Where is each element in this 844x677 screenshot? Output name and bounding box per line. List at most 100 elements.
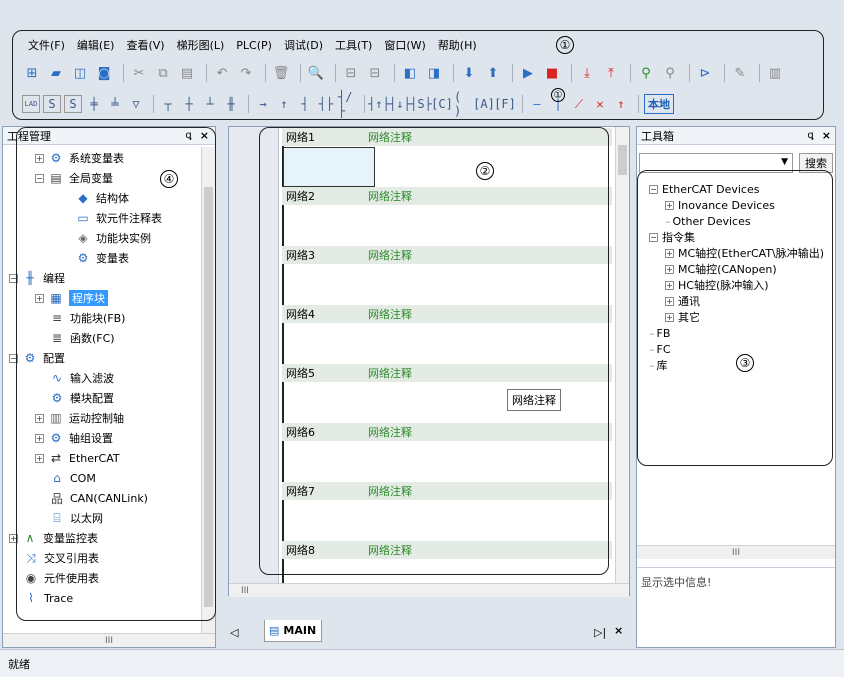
toolbox-pin-icon[interactable]: ꝗ [807, 130, 813, 141]
menu-item-0[interactable]: 文件(F) [28, 37, 65, 53]
toolbox-item[interactable]: + MC轴控(CANopen) [665, 261, 777, 277]
open-folder-icon[interactable]: ▰ [46, 63, 66, 83]
editor-vscroll[interactable] [615, 127, 629, 583]
network-header[interactable]: 网络5 网络注释 [282, 364, 612, 382]
st-icon[interactable]: S [64, 95, 82, 113]
compile-all-icon[interactable]: ◨ [424, 63, 444, 83]
expand-icon[interactable]: + [35, 433, 44, 443]
tree-item[interactable]: ◈ 功能块实例 [75, 229, 151, 247]
close-icon[interactable]: × [200, 129, 209, 142]
hline-icon[interactable]: → [254, 95, 272, 113]
rising-icon[interactable]: ┤↑├ [368, 95, 390, 113]
pin-icon[interactable]: ꝗ [185, 130, 191, 141]
contact-nc-icon[interactable]: ╧ [106, 95, 124, 113]
project-hscroll[interactable]: III [3, 633, 215, 647]
delete-icon[interactable]: 🗑 [271, 63, 291, 83]
tree-item[interactable]: − ▤ 全局变量 [35, 169, 113, 187]
network-comment[interactable]: 网络注释 [368, 483, 412, 499]
network-comment[interactable]: 网络注释 [368, 365, 412, 381]
vline2-icon[interactable]: ┤ [296, 95, 314, 113]
tab-next-icon[interactable]: ▷| [594, 626, 606, 639]
menu-item-3[interactable]: 梯形图(L) [177, 37, 225, 53]
branch4-icon[interactable]: ╫ [222, 95, 240, 113]
editor-hscroll[interactable]: III [229, 583, 629, 597]
lad-icon[interactable]: LAD [22, 95, 40, 113]
branch1-icon[interactable]: ┬ [159, 95, 177, 113]
write-plc-icon[interactable]: ⤓ [577, 63, 597, 83]
toolbox-item[interactable]: – Other Devices [665, 213, 751, 229]
tab-main[interactable]: ▤ MAIN [264, 620, 322, 642]
edit-icon[interactable]: ✎ [730, 63, 750, 83]
compile-icon[interactable]: ◧ [400, 63, 420, 83]
expand-icon[interactable]: + [35, 153, 44, 163]
sfc-icon[interactable]: S [43, 95, 61, 113]
network2-icon[interactable]: ⊟ [365, 63, 385, 83]
tree-item[interactable]: + ⚙ 系统变量表 [35, 149, 124, 167]
save-all-icon[interactable]: ◙ [94, 63, 114, 83]
network-comment[interactable]: 网络注释 [368, 306, 412, 322]
network-comment[interactable]: 网络注释 [368, 542, 412, 558]
hline2-icon[interactable]: — [528, 95, 546, 113]
tree-item[interactable]: ◉ 元件使用表 [23, 569, 99, 587]
expand-icon[interactable]: + [665, 264, 674, 274]
network-comment[interactable]: 网络注释 [368, 247, 412, 263]
toolbox-item[interactable]: – FB [649, 325, 670, 341]
network-header[interactable]: 网络1 网络注释 [282, 128, 612, 146]
tree-item[interactable]: ⌂ COM [49, 469, 96, 487]
debug-icon[interactable]: ⊳ [695, 63, 715, 83]
network-header[interactable]: 网络7 网络注释 [282, 482, 612, 500]
selected-cell[interactable] [283, 147, 375, 187]
menu-item-8[interactable]: 帮助(H) [438, 37, 477, 53]
nc-contact-icon[interactable]: ┤/├ [338, 90, 356, 118]
vline-icon[interactable]: ↑ [275, 95, 293, 113]
cut-icon[interactable]: ✂ [129, 63, 149, 83]
redo-icon[interactable]: ↷ [236, 63, 256, 83]
tree-item[interactable]: + ▦ 程序块 [35, 289, 108, 307]
falling-icon[interactable]: ┤↓├ [389, 95, 411, 113]
tab-close-icon[interactable]: × [614, 624, 623, 637]
contact-no-icon[interactable]: ╪ [85, 95, 103, 113]
tree-item[interactable]: ◆ 结构体 [75, 189, 129, 207]
expand-icon[interactable]: + [35, 413, 44, 423]
no-contact-icon[interactable]: ┤├ [317, 95, 335, 113]
network-icon[interactable]: ⊟ [341, 63, 361, 83]
tree-item[interactable]: − ╫ 编程 [9, 269, 65, 287]
collapse-icon[interactable]: − [649, 184, 658, 194]
network-header[interactable]: 网络3 网络注释 [282, 246, 612, 264]
tree-item[interactable]: − ⚙ 配置 [9, 349, 65, 367]
toolbox-item[interactable]: + HC轴控(脉冲输入) [665, 277, 769, 293]
coil-icon[interactable]: ( ) [454, 90, 472, 118]
paste-icon[interactable]: ▤ [177, 63, 197, 83]
toolbox-item[interactable]: − EtherCAT Devices [649, 181, 759, 197]
coil-c-icon[interactable]: [C] [431, 95, 453, 113]
insert-icon[interactable]: ▽ [127, 95, 145, 113]
upload-icon[interactable]: ⬆ [483, 63, 503, 83]
tree-item[interactable]: ⌇ Trace [23, 589, 73, 607]
toolbox-item[interactable]: + 其它 [665, 309, 700, 325]
tab-prev-icon[interactable]: ◁ [230, 626, 238, 639]
collapse-icon[interactable]: − [9, 353, 18, 363]
toolbox-item[interactable]: + MC轴控(EtherCAT\脉冲输出) [665, 245, 824, 261]
func-icon[interactable]: [F] [494, 95, 516, 113]
more-icon[interactable]: ▥ [765, 63, 785, 83]
menu-item-2[interactable]: 查看(V) [126, 37, 164, 53]
expand-icon[interactable]: + [665, 200, 674, 210]
expand-icon[interactable]: + [665, 296, 674, 306]
collapse-icon[interactable]: − [35, 173, 44, 183]
collapse-icon[interactable]: − [9, 273, 18, 283]
tree-item[interactable]: + ∧ 变量监控表 [9, 529, 98, 547]
tree-item[interactable]: + ⚙ 轴组设置 [35, 429, 113, 447]
up-icon[interactable]: ↑ [612, 95, 630, 113]
network-header[interactable]: 网络2 网络注释 [282, 187, 612, 205]
monitor-icon[interactable]: ⚲ [636, 63, 656, 83]
expand-icon[interactable]: + [35, 293, 44, 303]
tree-item[interactable]: + ▥ 运动控制轴 [35, 409, 124, 427]
network-header[interactable]: 网络6 网络注释 [282, 423, 612, 441]
network-header[interactable]: 网络4 网络注释 [282, 305, 612, 323]
tree-item[interactable]: ▭ 软元件注释表 [75, 209, 162, 227]
tree-item[interactable]: ⌸ 以太网 [49, 509, 103, 527]
network-comment[interactable]: 网络注释 [368, 424, 412, 440]
tree-item[interactable]: ⚙ 模块配置 [49, 389, 114, 407]
toolbox-hscroll[interactable]: III [637, 545, 835, 559]
toolbox-item[interactable]: – FC [649, 341, 671, 357]
